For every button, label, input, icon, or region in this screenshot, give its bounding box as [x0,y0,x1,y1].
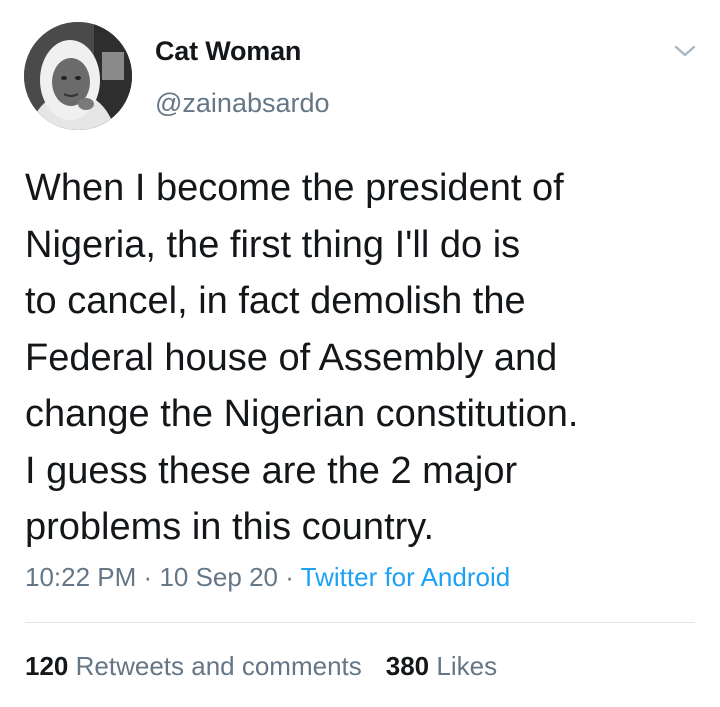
retweets-label: Retweets and comments [75,651,362,681]
tweet-text-line: to cancel, in fact demolish the [25,280,526,322]
tweet-text-line: Nigeria, the first thing I'll do is [25,223,521,266]
author-handle[interactable]: @zainabsardo [155,88,330,119]
meta-separator: · [143,562,153,592]
author-avatar[interactable] [24,22,132,130]
chevron-down-icon[interactable] [670,40,700,62]
tweet-text-line: change the Nigerian constitution. [25,393,579,435]
likes-label: Likes [436,651,498,681]
tweet-date[interactable]: 10 Sep 20 [159,562,278,592]
tweet-text-line: problems in this country. [25,506,435,548]
tweet-text: When I become the president of Nigeria, … [25,160,705,556]
tweet-meta: 10:22 PM · 10 Sep 20 · Twitter for Andro… [25,562,510,593]
likes-stat[interactable]: 380 Likes [386,651,497,681]
tweet-text-line: Federal house of Assembly and [25,336,558,379]
retweets-stat[interactable]: 120 Retweets and comments [25,651,362,681]
avatar-photo-icon [24,22,132,130]
tweet-stats: 120 Retweets and comments 380 Likes [25,651,497,682]
likes-count: 380 [385,651,430,681]
author-display-name[interactable]: Cat Woman [155,36,301,67]
retweets-count: 120 [25,651,69,681]
divider [25,622,695,623]
tweet-time[interactable]: 10:22 PM [25,562,136,592]
meta-separator: · [285,562,294,592]
tweet-source-link[interactable]: Twitter for Android [301,562,511,592]
tweet-text-line: When I become the president of [25,167,564,209]
tweet-text-line: I guess these are the 2 major [25,449,518,492]
tweet-card: Cat Woman @zainabsardo When I become the… [0,0,720,707]
